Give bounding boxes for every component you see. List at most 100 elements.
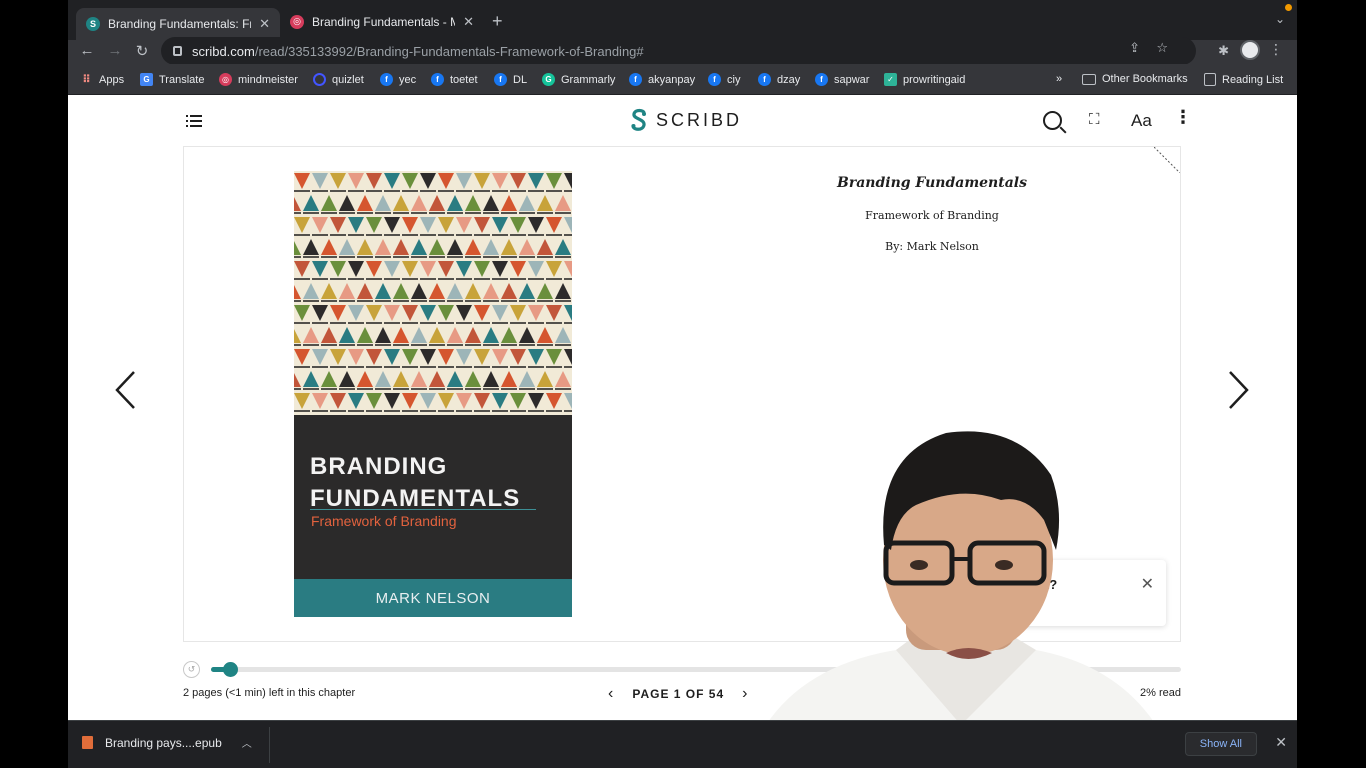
scribd-logo[interactable]: SCRIBD [630, 108, 742, 132]
bookmark-akyanpay[interactable]: f akyanpay [629, 73, 695, 86]
pattern-triangle [294, 241, 301, 255]
pattern-triangle [564, 349, 572, 365]
pattern-triangle [339, 371, 355, 387]
pattern-triangle [294, 285, 301, 299]
pattern-triangle [357, 283, 373, 299]
page-corner-fold-icon[interactable] [1154, 147, 1180, 173]
pattern-triangle [366, 261, 382, 277]
bookmark-prowritingaid[interactable]: ✓ prowritingaid [884, 73, 965, 86]
bookmark-star-icon[interactable]: ☆ [1156, 40, 1168, 56]
fullscreen-icon[interactable]: ⛶ [1089, 111, 1100, 128]
new-tab-icon[interactable]: + [492, 11, 503, 32]
cover-pattern [294, 171, 572, 415]
close-shelf-icon[interactable]: ✕ [1275, 734, 1287, 751]
previous-page-arrow-icon[interactable] [114, 370, 138, 410]
bookmark-sapwar[interactable]: f sapwar [815, 73, 869, 86]
bookmark-grammarly[interactable]: G Grammarly [542, 73, 615, 86]
pattern-triangle [492, 261, 508, 277]
bookmarks-overflow-icon[interactable]: » [1056, 73, 1062, 85]
download-file-name: Branding pays....epub [105, 735, 222, 750]
download-item[interactable]: Branding pays....epub ︿ [82, 735, 252, 750]
bookmark-label: sapwar [834, 73, 870, 86]
profile-avatar[interactable] [1240, 40, 1260, 60]
pattern-triangle [555, 327, 571, 343]
pattern-triangle [528, 393, 544, 409]
reload-icon[interactable]: ↻ [132, 42, 152, 60]
pattern-triangle [537, 195, 553, 211]
browser-menu-icon[interactable]: ⋮ [1269, 41, 1283, 58]
cover-author: MARK NELSON [294, 579, 572, 617]
pattern-triangle [456, 173, 472, 189]
google-translate-icon: G [140, 73, 153, 86]
pattern-triangle [474, 217, 490, 233]
more-options-icon[interactable]: ⋮ [1174, 107, 1192, 128]
extensions-icon[interactable]: ✱ [1218, 43, 1229, 59]
tab-search-chevron-icon[interactable]: ⌄ [1275, 12, 1285, 26]
address-bar[interactable]: scribd.com/read/335133992/Branding-Funda… [161, 37, 1196, 65]
table-of-contents-icon[interactable] [186, 113, 202, 127]
other-bookmarks[interactable]: Other Bookmarks [1082, 73, 1188, 85]
forward-icon[interactable]: → [105, 42, 125, 59]
pattern-triangle [393, 327, 409, 343]
reading-list[interactable]: Reading List [1204, 73, 1283, 86]
bookmark-quizlet[interactable]: quizlet [313, 73, 364, 86]
pattern-triangle [510, 305, 526, 321]
pattern-triangle [303, 239, 319, 255]
tab-title: Branding Fundamentals: Frame [108, 17, 251, 31]
pattern-triangle [330, 261, 346, 277]
pattern-triangle [312, 305, 328, 321]
back-history-icon[interactable]: ↺ [183, 661, 200, 678]
tab-mindmeister[interactable]: ◎ Branding Fundamentals - Mind ✕ [280, 8, 484, 35]
pattern-triangle [303, 371, 319, 387]
bookmark-label: akyanpay [648, 73, 696, 86]
bookmark-translate[interactable]: G Translate [140, 73, 204, 86]
prev-page-chevron-icon[interactable]: ‹ [608, 685, 614, 703]
pattern-triangle [519, 195, 535, 211]
pattern-triangle [330, 173, 346, 189]
bookmark-dl[interactable]: f DL [494, 73, 527, 86]
pattern-triangle [447, 327, 463, 343]
bookmark-ciy[interactable]: f ciy [708, 73, 740, 86]
pattern-triangle [519, 327, 535, 343]
bookmark-mindmeister[interactable]: ◎ mindmeister [219, 73, 298, 86]
pattern-triangle [483, 327, 499, 343]
bookmark-label: mindmeister [238, 73, 298, 86]
close-tab-icon[interactable]: ✕ [463, 14, 474, 30]
bookmark-toetet[interactable]: f toetet [431, 73, 478, 86]
bookmark-yec[interactable]: f yec [380, 73, 416, 86]
font-settings-icon[interactable]: Aa [1131, 111, 1152, 131]
share-icon[interactable]: ⇪ [1129, 40, 1140, 56]
pattern-triangle [429, 327, 445, 343]
pattern-triangle [546, 173, 562, 189]
next-page-arrow-icon[interactable] [1226, 370, 1250, 410]
quizlet-icon [313, 73, 326, 86]
pattern-triangle [438, 217, 454, 233]
back-icon[interactable]: ← [77, 42, 97, 59]
pattern-triangle [312, 393, 328, 409]
chevron-up-icon[interactable]: ︿ [242, 735, 252, 750]
pattern-triangle [402, 217, 418, 233]
grammarly-icon: G [542, 73, 555, 86]
pattern-triangle [294, 217, 310, 233]
bookmark-dzay[interactable]: f dzay [758, 73, 800, 86]
bookmark-label: yec [399, 73, 417, 86]
pattern-triangle [321, 239, 337, 255]
search-icon[interactable] [1043, 111, 1062, 130]
pattern-triangle [474, 393, 490, 409]
close-tab-icon[interactable]: ✕ [259, 16, 270, 32]
pattern-triangle [303, 327, 319, 343]
pattern-triangle [420, 393, 436, 409]
pattern-triangle [537, 239, 553, 255]
logo-wordmark: SCRIBD [656, 109, 743, 130]
book-cover: BRANDING FUNDAMENTALS Framework of Brand… [294, 171, 572, 617]
tab-scribd[interactable]: S Branding Fundamentals: Frame ✕ [76, 8, 280, 40]
pattern-triangle [321, 283, 337, 299]
pattern-triangle [366, 393, 382, 409]
pattern-triangle [375, 195, 391, 211]
show-all-button[interactable]: Show All [1184, 732, 1257, 756]
pattern-triangle [546, 349, 562, 365]
bookmark-apps[interactable]: ⠿ Apps [80, 73, 124, 87]
progress-handle[interactable] [223, 662, 238, 677]
pattern-triangle [456, 393, 472, 409]
title-page-title: Branding Fundamentals [837, 175, 1027, 191]
